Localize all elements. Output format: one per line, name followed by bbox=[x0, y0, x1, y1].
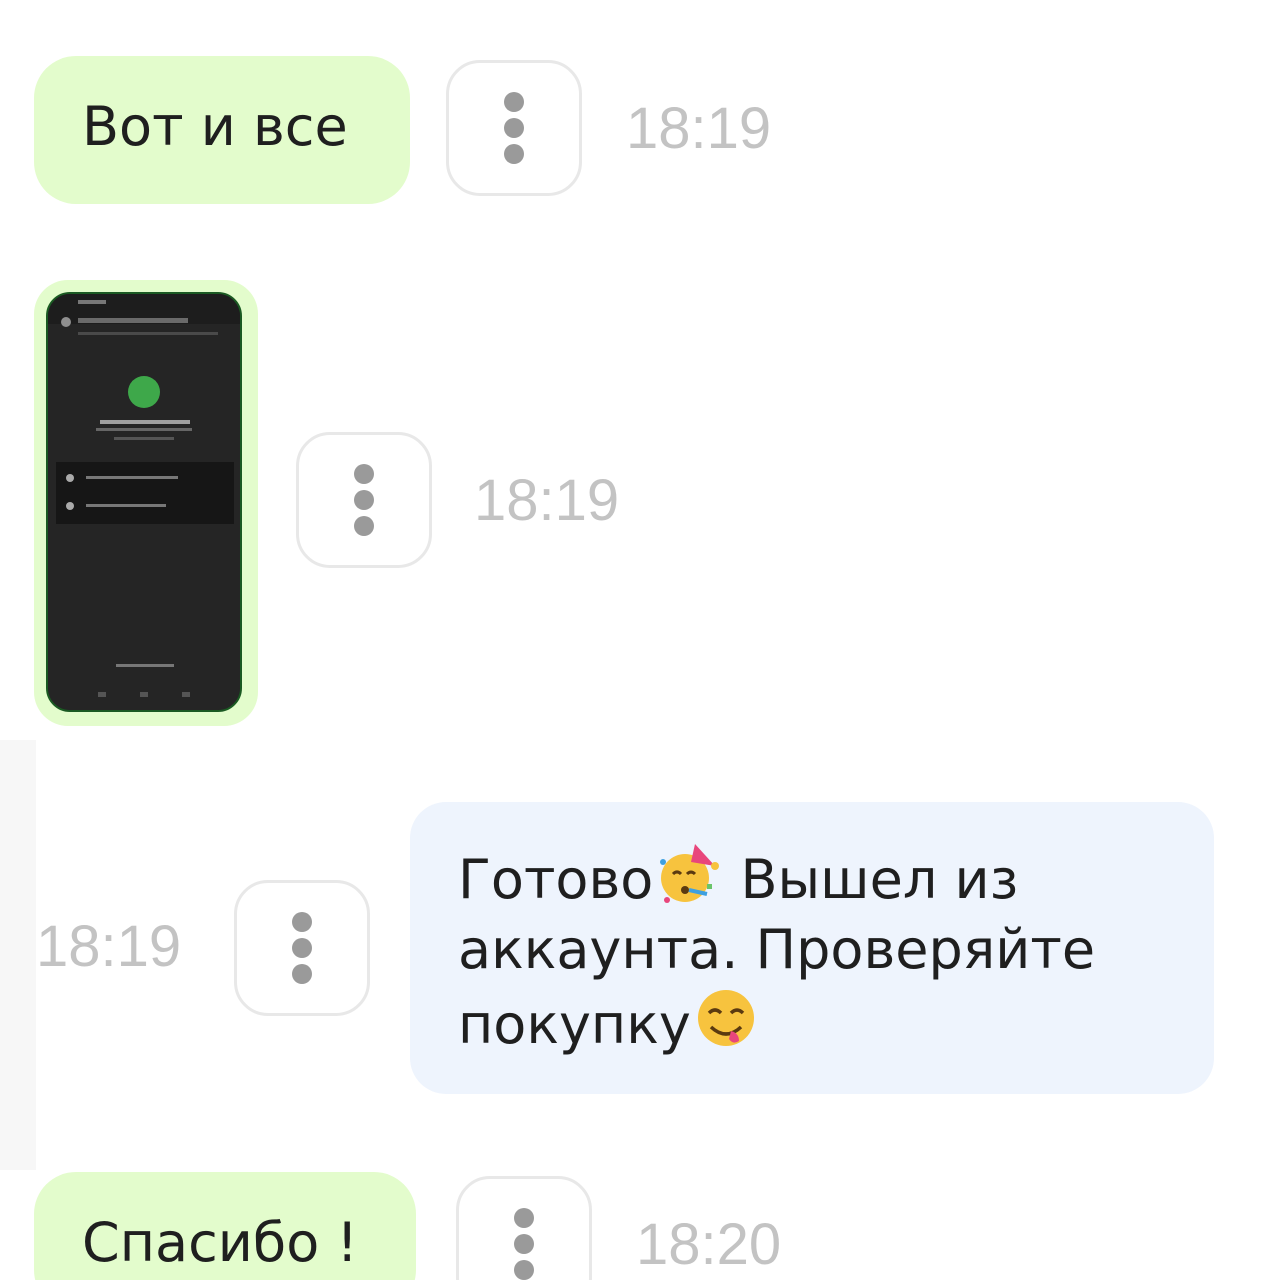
partying-face-emoji bbox=[660, 844, 720, 903]
message-time: 18:19 bbox=[36, 914, 182, 979]
message-options-button[interactable] bbox=[456, 1176, 592, 1280]
face-savoring-food-emoji bbox=[697, 990, 754, 1046]
message-options-button[interactable] bbox=[296, 432, 432, 568]
vertical-dots-icon bbox=[354, 464, 374, 536]
message-image-attachment[interactable] bbox=[34, 280, 258, 726]
message-time: 18:20 bbox=[636, 1212, 782, 1277]
message-text: Вот и все bbox=[82, 95, 348, 158]
message-bubble-outgoing[interactable]: Вот и все bbox=[34, 56, 410, 204]
message-text: Спасибо ! bbox=[82, 1211, 359, 1274]
message-text: Вышел из bbox=[740, 848, 1019, 911]
vertical-dots-icon bbox=[292, 912, 312, 984]
message-bubble-incoming[interactable]: Готово Вышел из аккаунта. Проверяйте пок… bbox=[410, 802, 1214, 1094]
chat-thread: Вот и все 18:19 18:19 18:19 Готово Вышел… bbox=[0, 0, 1280, 1280]
vertical-dots-icon bbox=[514, 1208, 534, 1280]
message-line: покупку bbox=[458, 985, 1214, 1060]
message-text: покупку bbox=[458, 993, 691, 1056]
message-text: Готово bbox=[458, 848, 654, 911]
message-text: аккаунта. Проверяйте bbox=[458, 918, 1096, 981]
divider-strip bbox=[0, 740, 36, 1170]
message-options-button[interactable] bbox=[446, 60, 582, 196]
message-line: Готово Вышел из bbox=[458, 840, 1214, 915]
message-time: 18:19 bbox=[626, 96, 772, 161]
message-options-button[interactable] bbox=[234, 880, 370, 1016]
thumbnail-contents bbox=[48, 294, 240, 710]
screenshot-thumbnail[interactable] bbox=[46, 292, 242, 712]
vertical-dots-icon bbox=[504, 92, 524, 164]
message-time: 18:19 bbox=[474, 468, 620, 533]
message-bubble-outgoing[interactable]: Спасибо ! bbox=[34, 1172, 416, 1280]
